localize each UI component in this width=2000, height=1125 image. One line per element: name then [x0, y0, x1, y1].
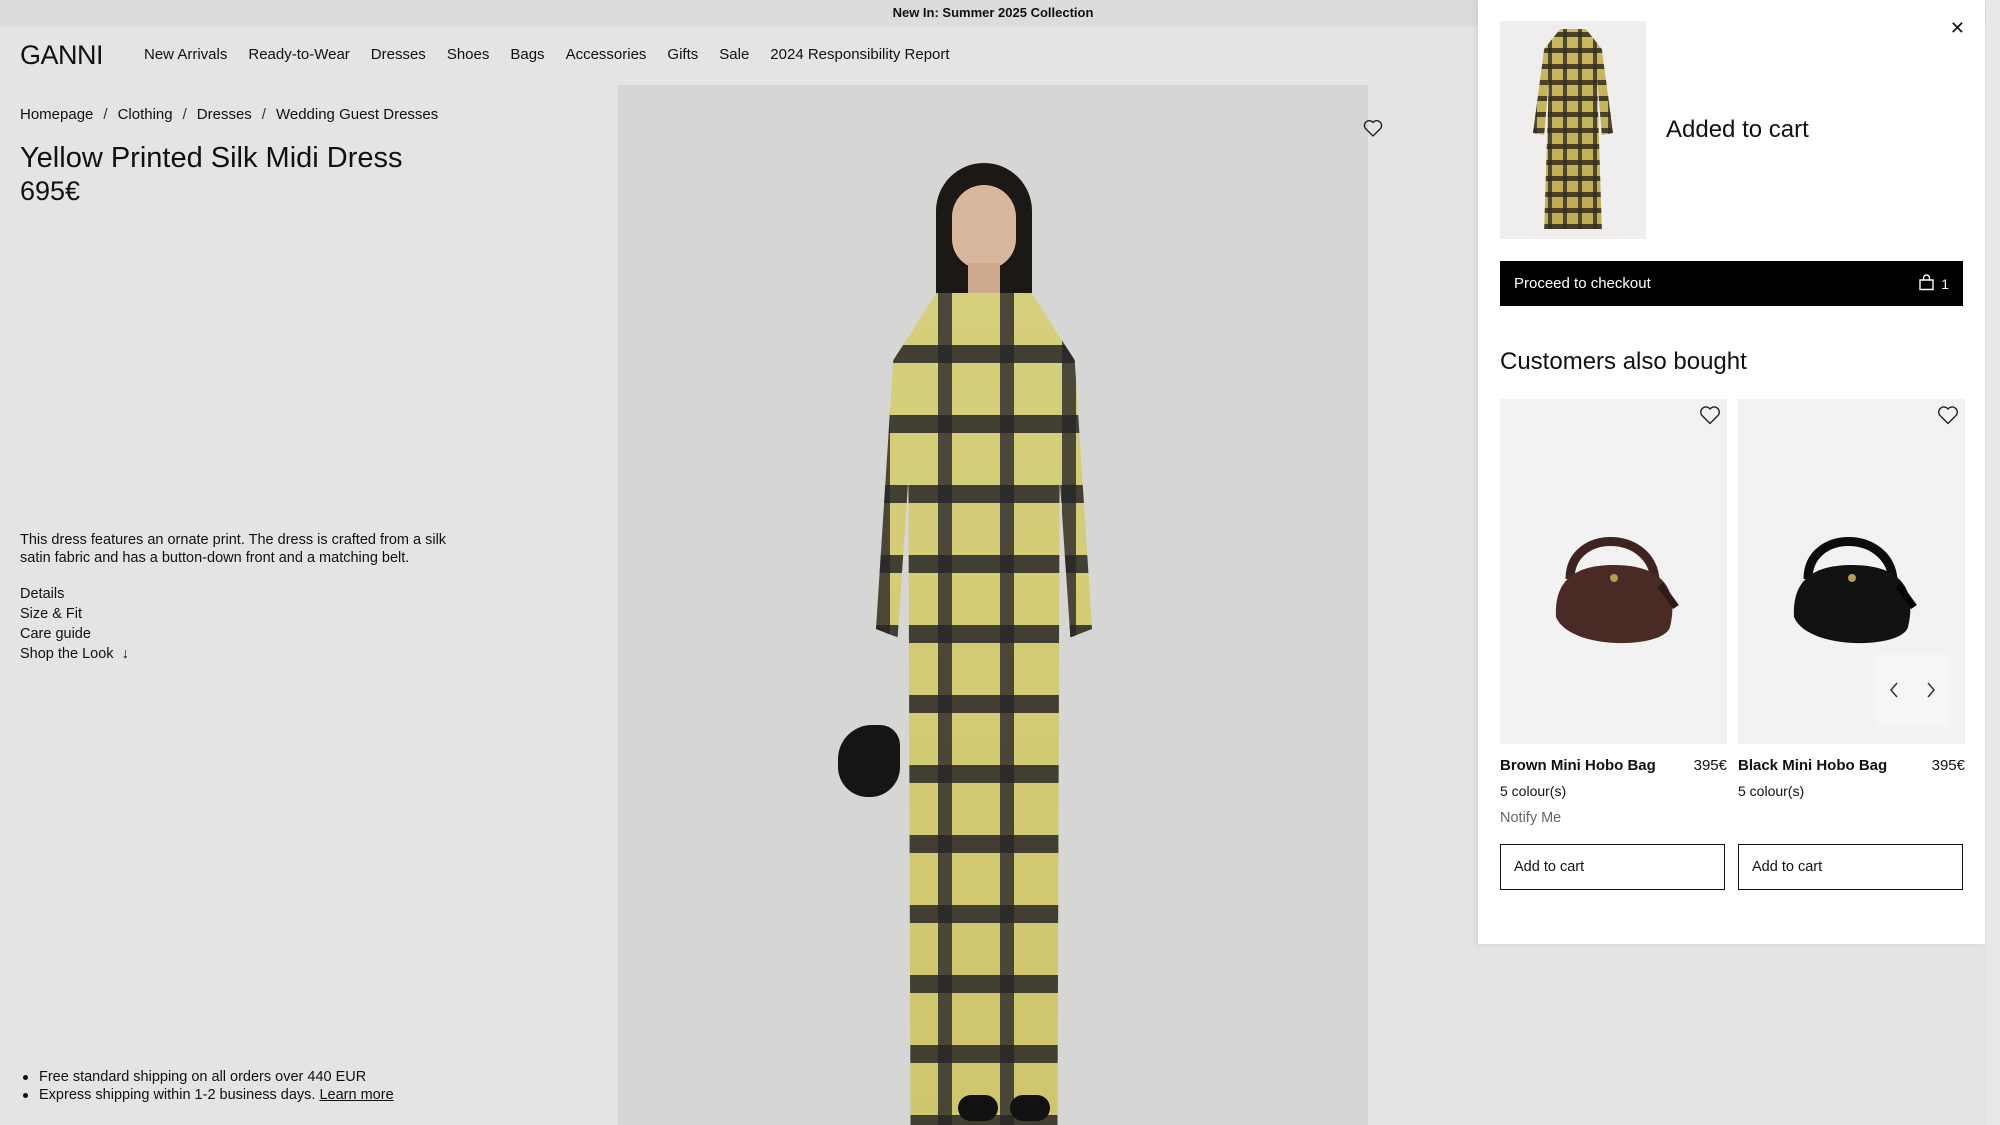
checkout-label: Proceed to checkout [1514, 275, 1651, 292]
breadcrumb-homepage[interactable]: Homepage [20, 106, 93, 123]
product-price: 695€ [20, 176, 81, 206]
breadcrumb-dresses[interactable]: Dresses [197, 106, 252, 123]
recommendation-colours: 5 colour(s) [1500, 783, 1567, 799]
recommendation-price: 395€ [1931, 757, 1965, 774]
model-face [952, 185, 1016, 269]
nav-gifts[interactable]: Gifts [667, 46, 698, 63]
shop-the-look-label: Shop the Look [20, 646, 114, 662]
recommendation-image[interactable] [1500, 399, 1727, 744]
shipping-express-text: Express shipping within 1-2 business day… [39, 1087, 316, 1103]
carousel-nav [1876, 654, 1949, 726]
added-item-thumbnail[interactable] [1500, 21, 1646, 239]
breadcrumb-separator: / [103, 106, 108, 123]
breadcrumb-wedding-guest-dresses[interactable]: Wedding Guest Dresses [276, 106, 438, 123]
breadcrumb-clothing[interactable]: Clothing [118, 106, 173, 123]
model-shoe [958, 1095, 998, 1121]
close-icon[interactable]: ✕ [1950, 18, 1965, 38]
page-scrollbar[interactable] [1986, 0, 2000, 1125]
promo-text[interactable]: New In: Summer 2025 Collection [893, 5, 1094, 20]
cart-count-wrap: 1 [1918, 273, 1949, 294]
nav-accessories[interactable]: Accessories [566, 46, 647, 63]
product-info-links: Details Size & Fit Care guide Shop the L… [20, 584, 129, 664]
nav-ready-to-wear[interactable]: Ready-to-Wear [248, 46, 349, 63]
model-handbag [838, 725, 900, 797]
add-to-cart-button[interactable]: Add to cart [1500, 844, 1725, 890]
nav-sale[interactable]: Sale [719, 46, 749, 63]
added-to-cart-label: Added to cart [1666, 116, 1809, 143]
model-shoe [1010, 1095, 1050, 1121]
shipping-info: Free standard shipping on all orders ove… [20, 1068, 394, 1104]
details-link[interactable]: Details [20, 584, 129, 604]
recommendation-row: Black Mini Hobo Bag 395€ [1738, 757, 1965, 774]
recommendation-row: Brown Mini Hobo Bag 395€ [1500, 757, 1727, 774]
shipping-standard: Free standard shipping on all orders ove… [20, 1068, 394, 1086]
main-nav: New Arrivals Ready-to-Wear Dresses Shoes… [144, 46, 950, 63]
add-to-cart-button[interactable]: Add to cart [1738, 844, 1963, 890]
nav-dresses[interactable]: Dresses [371, 46, 426, 63]
shipping-express: Express shipping within 1-2 business day… [20, 1086, 394, 1104]
recommendation-name[interactable]: Black Mini Hobo Bag [1738, 757, 1887, 774]
ganni-logo[interactable]: GANNI [20, 40, 104, 71]
nav-bags[interactable]: Bags [510, 46, 544, 63]
recommendation-card: Black Mini Hobo Bag 395€ 5 colour(s) Add… [1738, 399, 1965, 890]
brown-hobo-bag-image [1555, 537, 1679, 644]
breadcrumb-separator: / [261, 106, 266, 123]
nav-new-arrivals[interactable]: New Arrivals [144, 46, 227, 63]
dress-thumbnail-image [1533, 29, 1613, 229]
shopping-bag-icon [1918, 273, 1935, 294]
care-guide-link[interactable]: Care guide [20, 624, 129, 644]
proceed-to-checkout-button[interactable]: Proceed to checkout 1 [1500, 261, 1963, 306]
chevron-left-icon[interactable] [1888, 681, 1900, 699]
nav-responsibility-report[interactable]: 2024 Responsibility Report [770, 46, 949, 63]
product-description: This dress features an ornate print. The… [20, 532, 447, 566]
heart-icon[interactable] [1699, 405, 1721, 430]
heart-icon[interactable] [1937, 405, 1959, 430]
notify-me-link[interactable]: Notify Me [1500, 810, 1727, 826]
customers-also-bought-title: Customers also bought [1500, 348, 1747, 375]
size-fit-link[interactable]: Size & Fit [20, 604, 129, 624]
arrow-down-icon: ↓ [121, 646, 129, 662]
cart-count: 1 [1941, 275, 1949, 292]
recommendation-colours: 5 colour(s) [1738, 783, 1805, 799]
recommendation-card: Brown Mini Hobo Bag 395€ 5 colour(s) Not… [1500, 399, 1727, 890]
breadcrumb: Homepage / Clothing / Dresses / Wedding … [20, 106, 438, 123]
learn-more-link[interactable]: Learn more [319, 1087, 393, 1103]
model-dress [876, 293, 1092, 1125]
cart-drawer: ✕ Added to cart Proceed to checkout 1 Cu… [1478, 0, 1985, 944]
black-hobo-bag-image [1793, 537, 1917, 644]
nav-shoes[interactable]: Shoes [447, 46, 490, 63]
heart-icon[interactable] [1363, 119, 1383, 142]
recommendation-price: 395€ [1693, 757, 1727, 774]
shop-the-look-link[interactable]: Shop the Look ↓ [20, 644, 129, 664]
chevron-right-icon[interactable] [1925, 681, 1937, 699]
recommendation-name[interactable]: Brown Mini Hobo Bag [1500, 757, 1656, 774]
product-title: Yellow Printed Silk Midi Dress [20, 142, 403, 174]
breadcrumb-separator: / [182, 106, 187, 123]
product-image[interactable] [618, 85, 1368, 1125]
